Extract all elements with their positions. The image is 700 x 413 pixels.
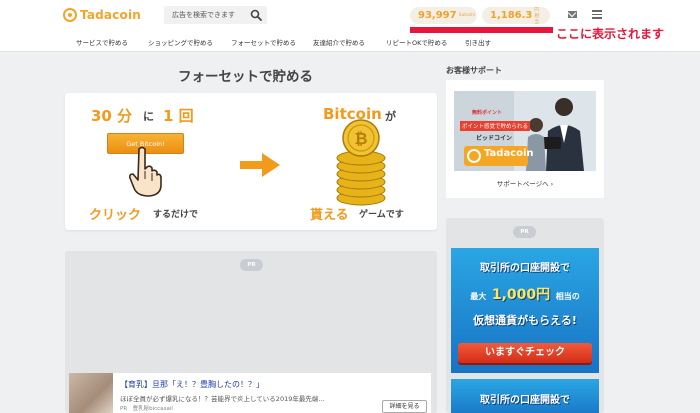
nav-repeat[interactable]: リピートOKで貯める (386, 37, 447, 47)
page-title: フォーセットで貯める (178, 69, 313, 85)
ad-card[interactable]: 【育乳】旦那「え！？豊胸したの！？」 ほぼ全員が必ず爆乳になる！？芸能界で炎上し… (69, 373, 431, 413)
support-illustration (454, 91, 596, 171)
pr-ad-area: PR 【育乳】旦那「え！？豊胸したの！？」 ほぼ全員が必ず爆乳になる！？芸能界で… (65, 251, 437, 413)
banner-line2: 最大 1,000円 相当の (451, 284, 599, 304)
search-input[interactable] (164, 6, 248, 24)
banner-max: 最大 (470, 292, 487, 301)
svg-text:₿: ₿ (354, 129, 367, 148)
annotation-text: ここに表示されます (556, 27, 665, 41)
sidebar-pr-area: PR 取引所の口座開設で 最大 1,000円 相当の 仮想通貨がもらえる! いま… (446, 218, 604, 413)
pointing-hand-icon (129, 146, 162, 197)
banner-line3: 仮想通貨がもらえる! (473, 314, 577, 327)
nav-withdraw[interactable]: 引き出す (465, 37, 491, 47)
support-img-text-1: 無料ポイント (472, 110, 503, 116)
ad-source: PR 豊乳秘biccasail (120, 406, 173, 412)
ad-title[interactable]: 【育乳】旦那「え！？豊胸したの！？」 (120, 379, 264, 390)
banner-amount: 1,000円 (491, 287, 551, 303)
yen-value: 1,186.3 (490, 10, 533, 21)
faucet-hero-card: 30 分 に 1 回 Get Bitcoin! クリック するだけで Bitco… (65, 93, 437, 230)
hamburger-menu-icon[interactable] (592, 10, 602, 19)
hero-receive: 貰える (310, 208, 349, 223)
ad-detail-button[interactable]: 詳細を見る (382, 400, 427, 413)
search-icon[interactable] (250, 9, 262, 21)
support-heading: お客様サポート (446, 66, 502, 75)
hero-ni: に (143, 110, 154, 123)
exchange-ad-banner[interactable]: 取引所の口座開設で 最大 1,000円 相当の 仮想通貨がもらえる! いますぐチ… (451, 248, 599, 373)
highlight-bar (410, 27, 553, 33)
yen-balance: 1,186.3 円相当 (482, 7, 550, 25)
support-img-logo: Tadacoin (484, 148, 534, 159)
ad-description: ほぼ全員が必ず爆乳になる！？芸能界で炎上している2019年最先端... (120, 395, 325, 403)
mail-icon[interactable] (568, 11, 577, 18)
banner-equiv: 相当の (555, 292, 580, 301)
hero-game: ゲームです (359, 210, 404, 220)
support-page-link[interactable]: サポートページへ › (446, 178, 604, 188)
yen-unit: 円相当 (534, 7, 539, 25)
exchange-ad-banner-2[interactable]: 取引所の口座開設で (451, 379, 599, 413)
satoshi-value: 93,997 (418, 10, 457, 21)
pr-badge: PR (240, 259, 263, 271)
nav-shopping[interactable]: ショッピングで貯める (148, 37, 213, 47)
hero-just: するだけで (153, 210, 199, 220)
support-img-text-2: ポイント感覚で貯められる (460, 121, 531, 131)
hero-interval: 30 分 (91, 107, 133, 125)
nav-service[interactable]: サービスで貯める (76, 37, 128, 47)
support-banner-image[interactable]: 無料ポイント ポイント感覚で貯められる ビッドコイン Tadacoin (454, 91, 596, 171)
nav-faucet[interactable]: フォーセットで貯める (231, 37, 296, 47)
ad-thumbnail-image[interactable] (69, 373, 113, 413)
right-arrow-icon (240, 153, 280, 177)
sidebar-pr-badge: PR (513, 226, 536, 238)
bitcoin-coins-icon: ₿ (336, 119, 386, 206)
tadacoin-logo[interactable]: Tadacoin (63, 8, 141, 22)
logo-text: Tadacoin (80, 8, 142, 22)
banner2-line1: 取引所の口座開設で (480, 395, 570, 406)
satoshi-balance: 93,997 Satoshi (410, 7, 477, 24)
search-box (164, 6, 267, 24)
check-now-button[interactable]: いますぐチェック (458, 343, 592, 363)
satoshi-unit: Satoshi (458, 13, 476, 18)
banner-line1: 取引所の口座開設で (480, 263, 570, 274)
support-img-text-3: ビッドコイン (476, 135, 513, 142)
hero-once: 1 回 (163, 107, 194, 125)
logo-coin-icon (63, 8, 77, 22)
hero-click: クリック (89, 208, 142, 223)
nav-referral[interactable]: 友達紹介で貯める (313, 37, 365, 47)
support-card[interactable]: 無料ポイント ポイント感覚で貯められる ビッドコイン Tadacoin サポート… (446, 80, 604, 198)
